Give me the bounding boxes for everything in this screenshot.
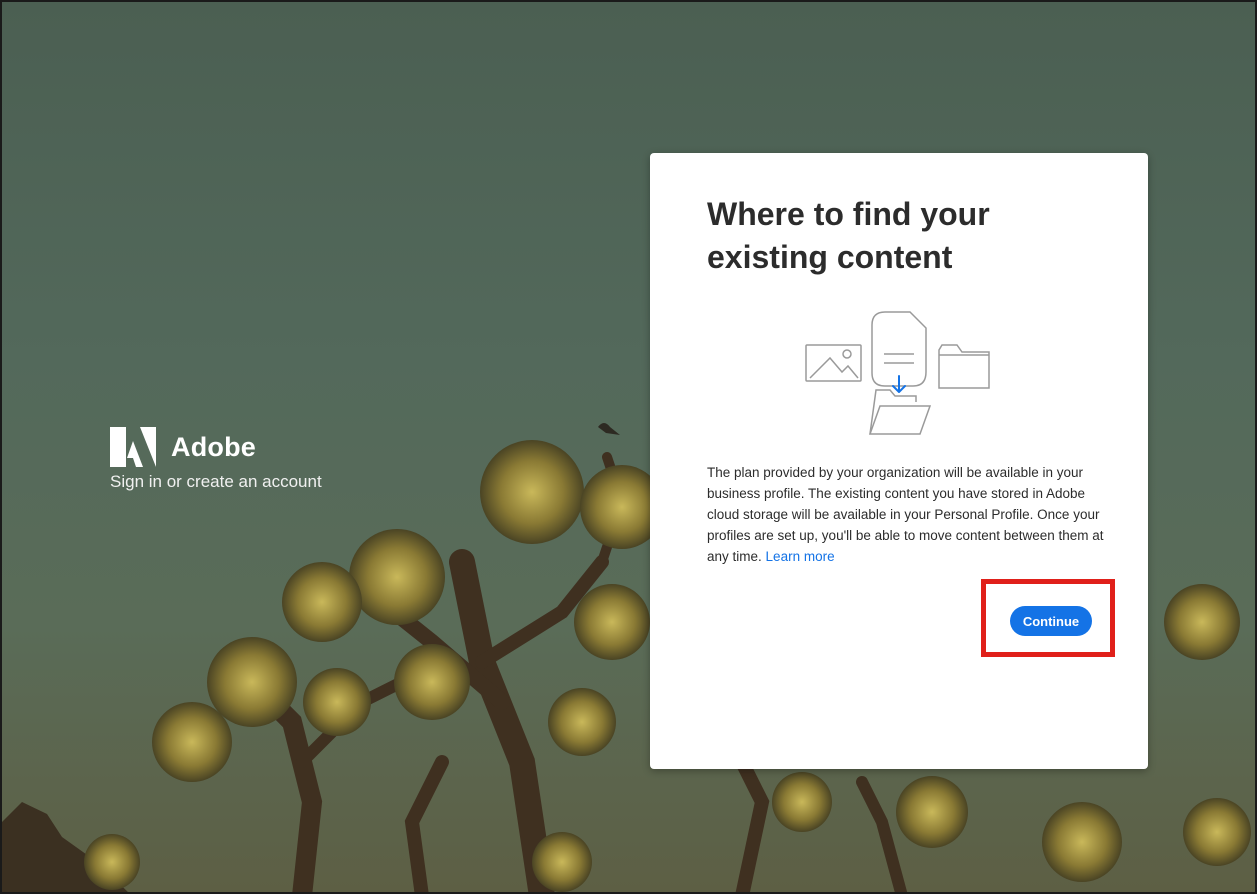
- dialog-title: Where to find your existing content: [707, 196, 990, 276]
- content-files-icon: [805, 311, 990, 435]
- highlight-box: [981, 579, 1115, 657]
- brand-subtitle: Sign in or create an account: [110, 472, 322, 491]
- dialog-card: Where to find your existing content The …: [650, 153, 1148, 769]
- brand-row: Adobe: [110, 427, 322, 467]
- learn-more-link[interactable]: Learn more: [766, 549, 835, 564]
- brand-name: Adobe: [171, 431, 256, 462]
- page-background: Adobe Sign in or create an account Where…: [0, 0, 1257, 894]
- brand-block: Adobe Sign in or create an account: [110, 427, 322, 492]
- dialog-body: The plan provided by your organization w…: [707, 462, 1105, 567]
- adobe-logo-icon: [110, 427, 156, 467]
